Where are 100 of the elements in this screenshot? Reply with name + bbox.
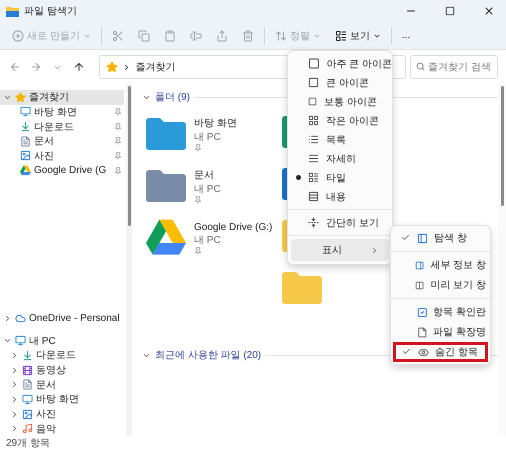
menu-item[interactable]: 타일 <box>288 168 392 187</box>
group-heading[interactable]: 최근에 사용한 파일 (20) <box>155 348 262 362</box>
folder-icon[interactable] <box>282 272 322 304</box>
share-icon <box>216 30 228 42</box>
document-icon <box>22 379 33 390</box>
panel-icon <box>415 280 424 290</box>
check-icon <box>401 233 410 242</box>
add-icon <box>12 30 24 42</box>
menu-item[interactable]: 간단히 보기 <box>288 213 392 232</box>
square-icon <box>308 77 319 88</box>
pin-icon <box>194 246 202 254</box>
image-icon <box>22 408 33 420</box>
grid-icon <box>308 115 319 126</box>
panel-icon <box>417 232 428 244</box>
sidebar-item[interactable]: 사진 <box>0 148 124 164</box>
window-title: 파일 탐색기 <box>24 5 78 18</box>
menu-item[interactable]: 자세히 <box>288 149 392 168</box>
film-icon <box>22 364 33 376</box>
star-icon <box>15 92 26 103</box>
menu-item[interactable]: 내용 <box>288 187 392 206</box>
folder-location: 내 PC <box>194 183 221 196</box>
sidebar-item[interactable]: 문서 <box>0 377 124 392</box>
sidebar-item[interactable]: 즐겨찾기 <box>0 90 124 105</box>
image-icon <box>20 150 31 162</box>
back-icon <box>8 61 21 73</box>
documents-folder-icon[interactable] <box>146 170 186 202</box>
file-icon <box>416 326 428 338</box>
panel-icon <box>415 260 424 270</box>
cloud-icon <box>15 312 26 324</box>
pin-icon <box>114 122 122 131</box>
trash-icon <box>242 30 254 42</box>
pin-icon <box>194 196 202 204</box>
download-icon <box>20 121 31 132</box>
sidebar-item[interactable]: 내 PC <box>0 333 124 348</box>
pin-icon <box>194 144 202 152</box>
computer-icon <box>15 335 26 346</box>
more-button[interactable]: ... <box>398 24 414 46</box>
pin-icon <box>114 108 122 116</box>
menu-item[interactable]: 작은 아이콘 <box>288 111 392 130</box>
sidebar-item[interactable]: 동영상 <box>0 362 124 378</box>
sidebar-item[interactable]: OneDrive - Personal <box>0 310 124 326</box>
menu-item[interactable]: 목록 <box>288 130 392 149</box>
star-icon <box>106 61 118 73</box>
maximize-icon <box>445 6 455 16</box>
menu-item[interactable]: 세부 정보 창 <box>395 255 486 275</box>
chevron-right-icon <box>3 314 12 323</box>
view-icon <box>334 30 347 42</box>
menu-item[interactable]: 보통 아이콘 <box>288 92 392 111</box>
folder-icon <box>6 6 19 16</box>
pin-icon <box>114 152 122 160</box>
item-count: 29개 항목 <box>6 437 50 450</box>
drive-icon <box>20 165 31 176</box>
sidebar-item[interactable]: 바탕 화면 <box>0 104 124 120</box>
folder-location: 내 PC <box>194 131 222 144</box>
compact-icon <box>308 217 319 228</box>
forward-icon <box>30 61 42 73</box>
chevron-right-icon <box>370 246 379 254</box>
toolbar-button[interactable]: 보기 <box>330 24 385 46</box>
list-icon <box>308 134 319 145</box>
menu-item[interactable]: 파일 확장명 <box>395 322 486 342</box>
group-heading[interactable]: 폴더 (9) <box>155 90 190 104</box>
pin-icon <box>114 137 122 146</box>
scissors-icon <box>112 30 124 42</box>
tiles-icon <box>308 172 319 183</box>
search-field[interactable]: 즐겨찾기 검색 <box>410 55 498 79</box>
square-icon <box>308 57 320 70</box>
sidebar-item[interactable]: 음악 <box>0 421 124 436</box>
menu-item[interactable]: 항목 확인란 <box>395 302 486 322</box>
menu-item[interactable]: 아주 큰 아이콘 <box>288 54 392 73</box>
checkbox-icon <box>416 306 428 318</box>
document-icon <box>20 136 31 147</box>
folder-name: Google Drive (G:) <box>194 222 272 232</box>
clipboard-icon <box>164 30 176 42</box>
desktop-folder-icon[interactable] <box>146 118 186 150</box>
sidebar-item[interactable]: 다운로드 <box>0 119 124 134</box>
menu-item[interactable]: 미리 보기 창 <box>395 275 486 295</box>
square-icon <box>308 97 317 106</box>
pin-icon <box>114 166 122 175</box>
music-icon <box>22 423 33 434</box>
folder-name: 문서 <box>194 169 215 182</box>
close-icon <box>483 5 495 17</box>
sort-icon <box>274 30 287 42</box>
lines-icon <box>308 153 319 164</box>
rows-icon <box>308 191 319 202</box>
menu-item[interactable]: 숨긴 항목 <box>393 342 488 362</box>
menu-item[interactable]: 표시 <box>291 239 389 261</box>
download-icon <box>22 350 33 361</box>
sidebar-item[interactable]: 사진 <box>0 406 124 422</box>
search-icon <box>416 62 425 71</box>
copy-icon <box>138 30 150 42</box>
sidebar-item[interactable]: 다운로드 <box>0 348 124 363</box>
rename-icon <box>190 30 202 42</box>
sidebar-item[interactable]: 바탕 화면 <box>0 392 124 407</box>
sidebar-item[interactable]: 문서 <box>0 134 124 149</box>
eye-icon <box>418 346 429 358</box>
check-icon <box>402 347 411 356</box>
menu-item[interactable]: 탐색 창 <box>395 228 486 248</box>
monitor-icon <box>20 106 31 118</box>
up-icon <box>72 61 85 73</box>
sidebar-item[interactable]: Google Drive (G <box>0 163 124 178</box>
